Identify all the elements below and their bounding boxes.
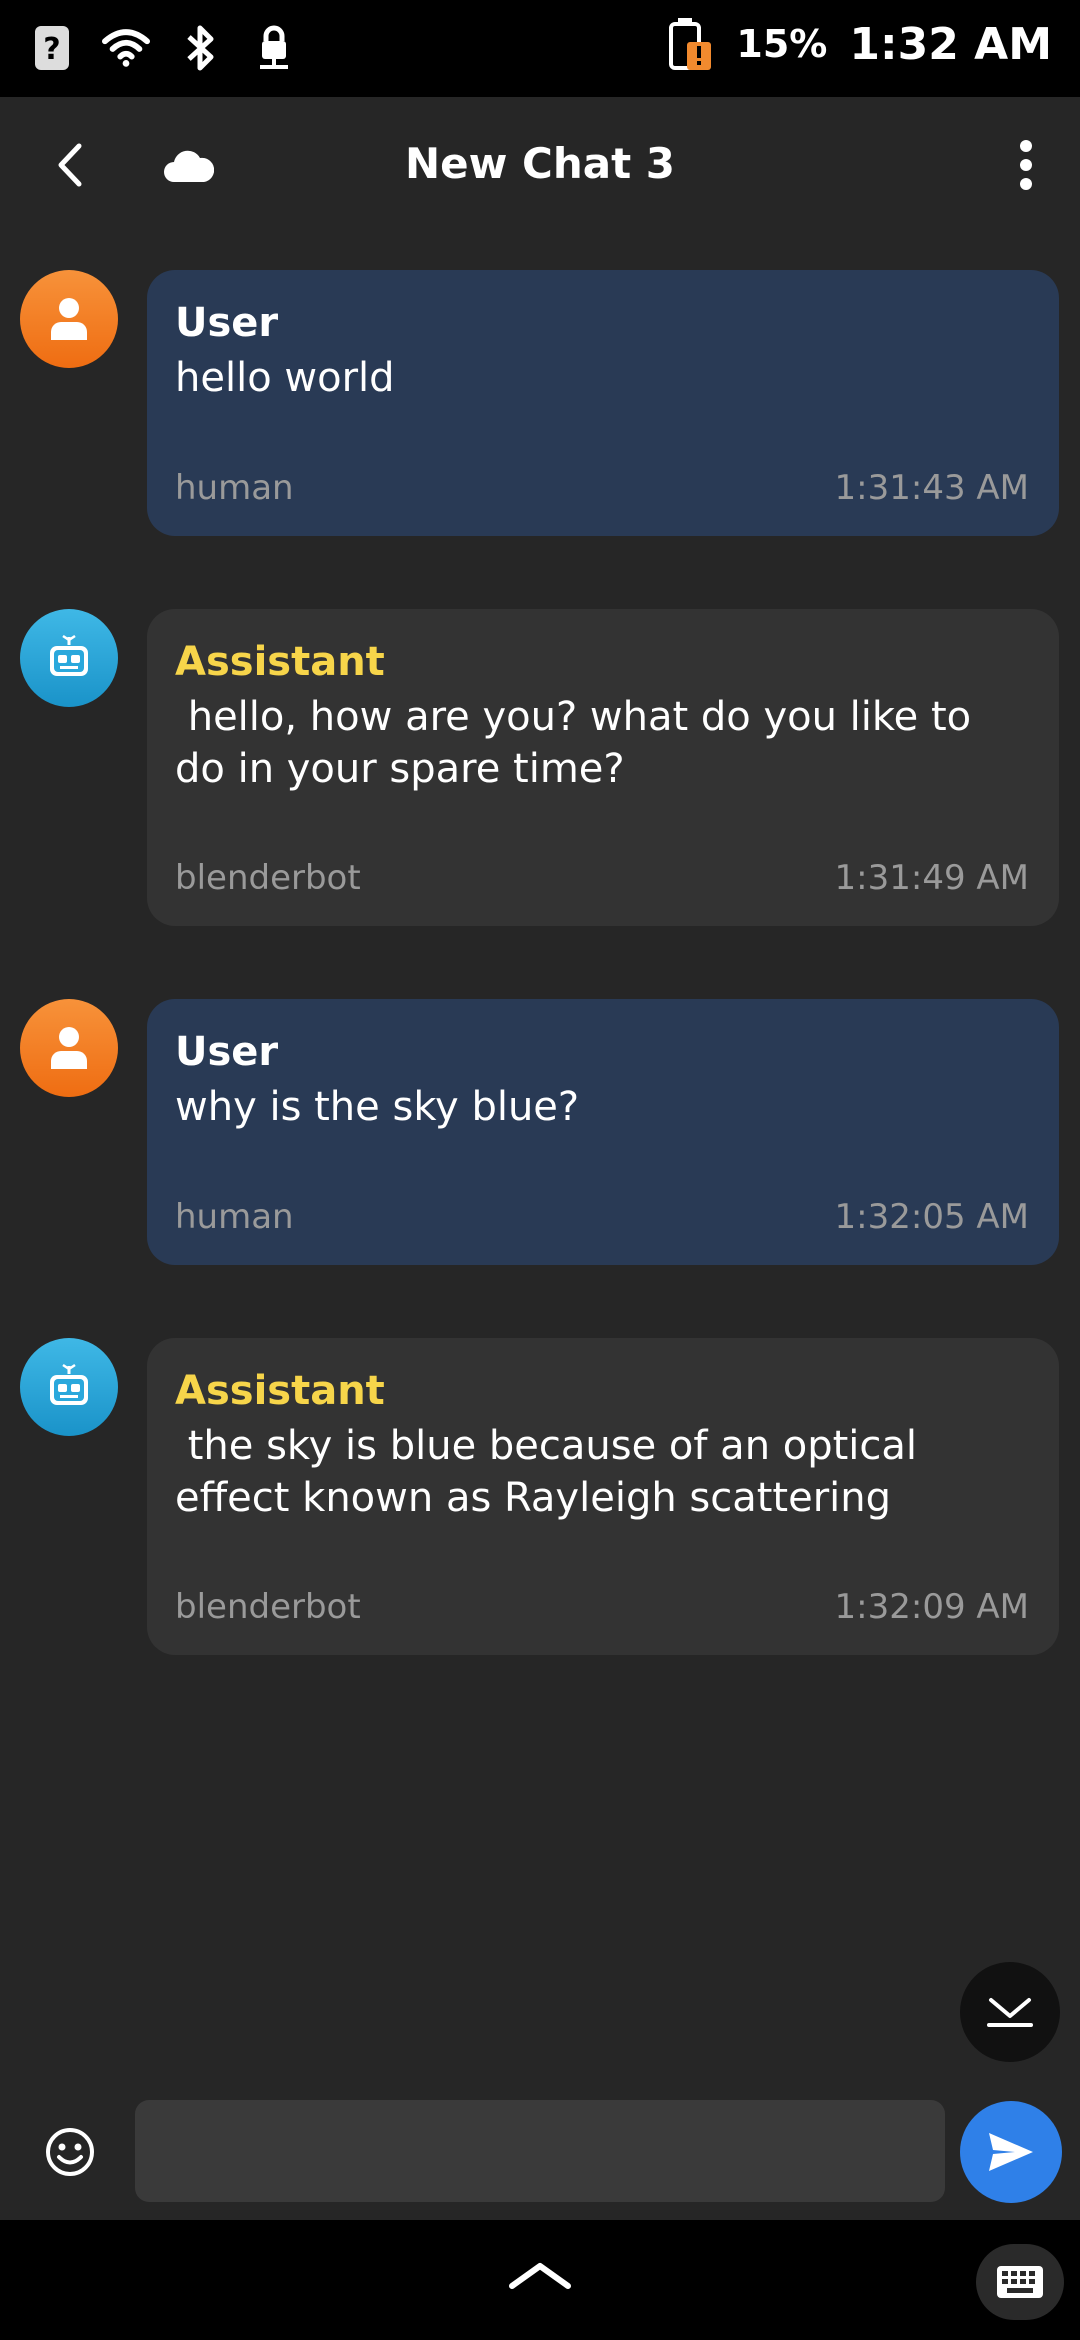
message-text: the sky is blue because of an optical ef…	[175, 1423, 930, 1521]
message-input[interactable]	[135, 2100, 945, 2202]
status-bar: ? 15% 1:32 AM	[0, 0, 1080, 97]
message-bubble: User hello world human 1:31:43 AM	[147, 270, 1059, 536]
battery-percent: 15%	[736, 22, 828, 66]
send-icon	[989, 2133, 1033, 2171]
status-icons-left: ?	[28, 22, 298, 74]
message-time: 1:32:05 AM	[834, 1197, 1029, 1237]
svg-text:?: ?	[43, 32, 60, 67]
vpn-lock-icon	[250, 22, 298, 74]
emoji-button[interactable]	[40, 2122, 100, 2182]
chat-title: New Chat 3	[404, 139, 676, 188]
message-text: hello, how are you? what do you like to …	[175, 694, 984, 792]
message-bubble: Assistant the sky is blue because of an …	[147, 1338, 1059, 1655]
message-source: human	[175, 468, 294, 508]
message-meta: blenderbot 1:32:09 AM	[175, 1587, 1029, 1627]
message-time: 1:32:09 AM	[834, 1587, 1029, 1627]
message-meta: human 1:32:05 AM	[175, 1197, 1029, 1237]
message-bubble: User why is the sky blue? human 1:32:05 …	[147, 999, 1059, 1265]
send-button[interactable]	[960, 2101, 1062, 2203]
nav-handle-button[interactable]	[505, 2250, 575, 2300]
keyboard-icon	[997, 2266, 1043, 2298]
message-text: why is the sky blue?	[175, 1084, 580, 1130]
more-vert-icon	[1020, 140, 1032, 190]
sim-unknown-icon: ?	[28, 22, 76, 74]
sender-name: Assistant	[175, 639, 385, 685]
battery-alert-icon	[666, 18, 714, 70]
message-source: blenderbot	[175, 858, 361, 898]
scroll-down-icon	[987, 1998, 1033, 2027]
chevron-up-icon	[509, 2263, 571, 2289]
message-time: 1:31:49 AM	[834, 858, 1029, 898]
user-avatar	[20, 999, 118, 1097]
robot-icon	[50, 1363, 88, 1405]
scroll-to-bottom-button[interactable]	[960, 1962, 1060, 2062]
navigation-bar	[0, 2220, 1080, 2340]
assistant-avatar	[20, 609, 118, 707]
bluetooth-icon	[176, 22, 224, 74]
message-bubble: Assistant hello, how are you? what do yo…	[147, 609, 1059, 926]
message-meta: blenderbot 1:31:49 AM	[175, 858, 1029, 898]
sender-name: User	[175, 1029, 279, 1075]
sender-name: User	[175, 300, 279, 346]
message-time: 1:31:43 AM	[834, 468, 1029, 508]
message-source: human	[175, 1197, 294, 1237]
robot-icon	[50, 634, 88, 676]
emoji-icon	[46, 2128, 94, 2176]
assistant-avatar	[20, 1338, 118, 1436]
status-time: 1:32 AM	[849, 18, 1052, 70]
wifi-icon	[102, 22, 150, 74]
person-icon	[51, 298, 87, 340]
sender-name: Assistant	[175, 1368, 385, 1414]
app-bar: New Chat 3	[0, 97, 1080, 233]
message-meta: human 1:31:43 AM	[175, 468, 1029, 508]
message-text: hello world	[175, 355, 395, 401]
status-icons-right: 15% 1:32 AM	[666, 18, 1052, 70]
keyboard-button[interactable]	[976, 2244, 1064, 2320]
user-avatar	[20, 270, 118, 368]
message-source: blenderbot	[175, 1587, 361, 1627]
more-options-button[interactable]	[1006, 135, 1046, 195]
person-icon	[51, 1027, 87, 1069]
